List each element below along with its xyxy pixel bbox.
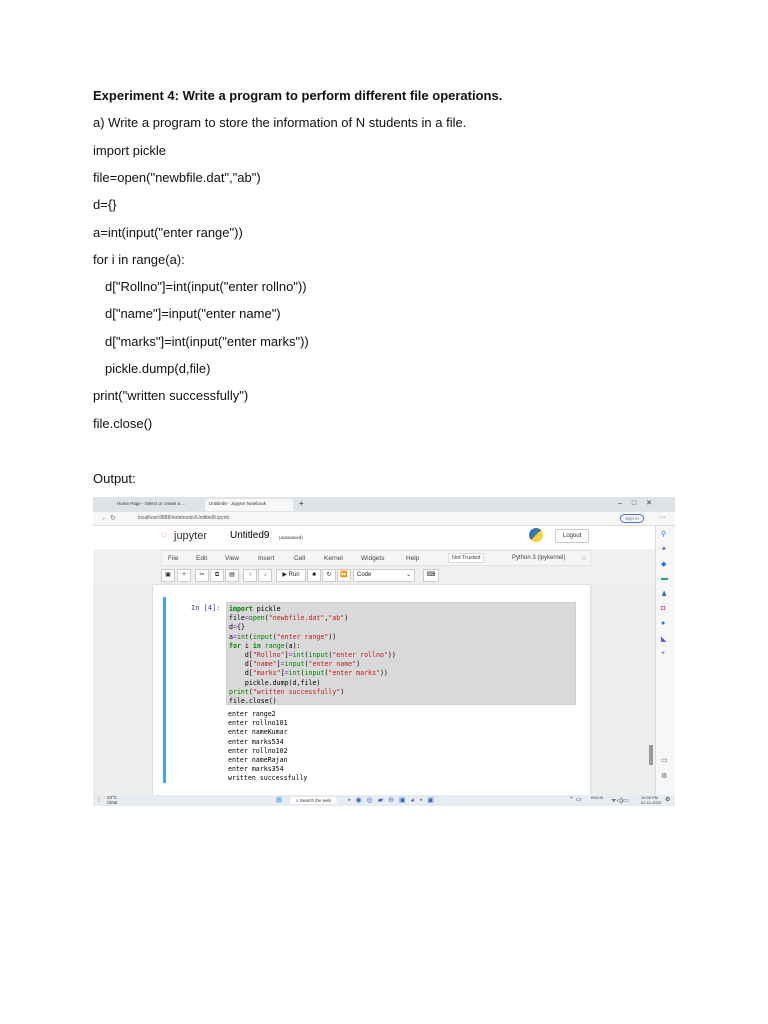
- keyboard-icon[interactable]: ⌨: [423, 569, 439, 582]
- settings-icon[interactable]: ⚙: [661, 772, 667, 780]
- tag-icon[interactable]: ◆: [661, 560, 666, 568]
- python-logo-icon: [529, 528, 543, 542]
- tools-icon[interactable]: ▬: [661, 575, 668, 582]
- cell-output: enter range2 enter rollno101 enter nameKum…: [228, 710, 307, 784]
- language-indicator[interactable]: ENG IN: [591, 796, 605, 800]
- jupyter-logo[interactable]: jupyter: [174, 530, 207, 542]
- send-icon[interactable]: ◣: [661, 635, 666, 643]
- back-refresh-icon[interactable]: ← ↻: [101, 514, 116, 522]
- notebook-toolbar: ▣ + ✂ ⧉ ▤ ↑ ↓ ▶ Run ■ ↻ ⏩ Code ⌄ ⌨: [161, 568, 591, 585]
- code-line: d["Rollno"]=int(input("enter rollno")): [105, 279, 307, 294]
- run-label: Run: [288, 572, 300, 578]
- menu-widgets[interactable]: Widgets: [361, 555, 384, 562]
- scrollbar[interactable]: [649, 745, 653, 765]
- add-cell-icon[interactable]: +: [177, 569, 191, 582]
- code-line: file.close(): [93, 416, 153, 431]
- paste-icon[interactable]: ▤: [225, 569, 239, 582]
- add-icon[interactable]: +: [661, 650, 665, 657]
- menu-insert[interactable]: Insert: [258, 555, 274, 562]
- menu-bar: File Edit View Insert Cell Kernel Widget…: [161, 550, 591, 566]
- code-cell-input[interactable]: import pickle file=open("newbfile.dat","…: [226, 602, 576, 705]
- new-tab-icon[interactable]: +: [299, 499, 304, 508]
- sparkle-icon[interactable]: ✦: [661, 545, 667, 553]
- menu-cell[interactable]: Cell: [294, 555, 305, 562]
- outlook-icon[interactable]: ●: [661, 620, 665, 627]
- selected-cell-indicator: [163, 597, 166, 783]
- menu-view[interactable]: View: [225, 555, 239, 562]
- output-line: enter nameKumar: [228, 728, 288, 737]
- code-line: d={}: [93, 197, 117, 212]
- jupyter-screenshot: Home Page - Select or create a ... Untit…: [93, 497, 675, 806]
- menu-help[interactable]: Help: [406, 555, 419, 562]
- experiment-heading: Experiment 4: Write a program to perform…: [93, 88, 503, 103]
- jupyter-header: ◌ jupyter Untitled9 (autosaved) Logout: [93, 526, 655, 549]
- code-line: d["marks"]=int(input("enter marks")): [105, 334, 309, 349]
- subheading: a) Write a program to store the informat…: [93, 115, 467, 130]
- taskbar-search-label: Search the web: [299, 798, 332, 803]
- notebook-title[interactable]: Untitled9: [230, 530, 269, 541]
- games-icon[interactable]: ♟: [661, 590, 667, 598]
- output-line: enter rollno101: [228, 719, 288, 728]
- menu-file[interactable]: File: [168, 555, 178, 562]
- notebook-area: In [4]: import pickle file=open("newbfil…: [93, 585, 655, 795]
- code-line: a=int(input("enter range")): [93, 225, 243, 240]
- weather-icon: ☾: [97, 797, 104, 804]
- notifications-icon[interactable]: ⚙: [665, 796, 670, 803]
- code-line: print("written successfully"): [93, 388, 249, 403]
- office-icon[interactable]: ◘: [661, 605, 665, 612]
- kernel-status-icon: ○: [582, 555, 586, 562]
- menu-kernel[interactable]: Kernel: [324, 555, 343, 562]
- output-line: enter marks354: [228, 765, 284, 774]
- code-line: for i in range(a):: [93, 252, 185, 267]
- address-bar: ← ↻ localhost:8888/notebooks/Untitled9.i…: [93, 512, 675, 526]
- copy-icon[interactable]: ⧉: [210, 569, 224, 582]
- code-line: file=open("newbfile.dat","ab"): [93, 170, 261, 185]
- cell-type-value: Code: [357, 572, 372, 578]
- output-line: written successfully: [228, 774, 308, 783]
- autosave-status: (autosaved): [279, 535, 303, 540]
- cell-type-select[interactable]: Code ⌄: [353, 569, 415, 582]
- code-line: d["name"]=input("enter name"): [105, 306, 281, 321]
- cell-prompt: In [4]:: [191, 604, 221, 612]
- fast-forward-icon[interactable]: ⏩: [337, 569, 351, 582]
- logout-button[interactable]: Logout: [555, 529, 590, 543]
- sign-in-button[interactable]: Sign in: [620, 514, 644, 523]
- taskbar: ☾ 23°C Clear ⊞ ⌕ Search the web ▪◉◎▰⊖▣◕▪…: [93, 795, 675, 806]
- network-volume-icon[interactable]: ᯤ◁)▭: [611, 796, 629, 804]
- jupyter-logo-icon: ◌: [161, 529, 168, 541]
- cut-icon[interactable]: ✂: [195, 569, 209, 582]
- code-line: pickle.dump(d,file): [105, 361, 211, 376]
- output-line: enter marks534: [228, 737, 284, 746]
- chevron-down-icon: ⌄: [405, 572, 411, 578]
- output-line: enter rollno102: [228, 746, 288, 755]
- output-line: enter range2: [228, 710, 276, 718]
- stop-icon[interactable]: ■: [307, 569, 321, 582]
- tab-home[interactable]: Home Page - Select or create a ...: [113, 499, 203, 511]
- kernel-indicator: Python 3 (ipykernel): [512, 555, 566, 561]
- search-icon[interactable]: ⚲: [661, 530, 666, 538]
- taskbar-apps-icon[interactable]: ▪◉◎▰⊖▣◕▪▣: [348, 796, 439, 804]
- move-down-icon[interactable]: ↓: [258, 569, 272, 582]
- tab-untitled9[interactable]: Untitled9 - Jupyter Notebook: [205, 499, 293, 511]
- menu-edit[interactable]: Edit: [196, 555, 207, 562]
- move-up-icon[interactable]: ↑: [243, 569, 257, 582]
- browser-tab-bar: Home Page - Select or create a ... Untit…: [93, 497, 675, 512]
- tray-icons[interactable]: ⌃ ▭: [569, 796, 581, 803]
- url-field[interactable]: localhost:8888/notebooks/Untitled9.ipynb: [138, 515, 229, 521]
- weather-condition: Clear: [107, 800, 118, 805]
- not-trusted-badge[interactable]: Not Trusted: [448, 553, 485, 563]
- start-icon[interactable]: ⊞: [276, 796, 282, 804]
- clock-date[interactable]: 01-11-2022: [641, 800, 661, 805]
- edge-sidebar: ⚲ ✦ ◆ ▬ ♟ ◘ ● ◣ + ▭ ⚙: [655, 526, 675, 795]
- output-line: enter nameRajan: [228, 756, 288, 765]
- save-icon[interactable]: ▣: [161, 569, 175, 582]
- more-icon[interactable]: ···: [659, 514, 666, 521]
- output-label: Output:: [93, 471, 136, 486]
- window-controls-icon[interactable]: –□✕: [618, 499, 662, 507]
- restart-icon[interactable]: ↻: [322, 569, 336, 582]
- layout-icon[interactable]: ▭: [661, 756, 668, 764]
- taskbar-search[interactable]: ⌕ Search the web: [290, 797, 338, 804]
- run-button[interactable]: ▶ Run: [276, 569, 306, 582]
- code-line: import pickle: [93, 143, 166, 158]
